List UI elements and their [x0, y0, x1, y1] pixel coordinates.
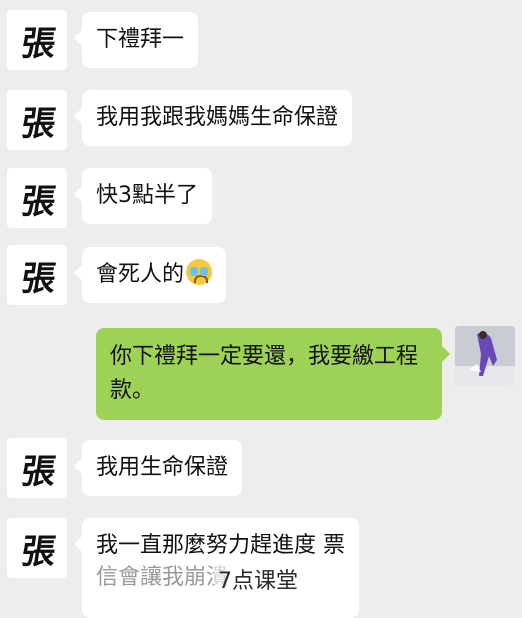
message-bubble[interactable]: 會死人的 — [73, 247, 227, 303]
message-bubble[interactable]: 我用生命保證 — [73, 440, 243, 496]
message-bubble[interactable]: 下禮拜一 — [73, 12, 199, 68]
message-text: 你下禮拜一定要還，我要繳工程款。 — [110, 344, 419, 403]
message-text: 我用我跟我媽媽生命保證 — [96, 105, 339, 130]
crying-face-icon — [186, 259, 213, 285]
sender-avatar[interactable]: 張 — [7, 438, 67, 498]
sender-avatar[interactable]: 張 — [7, 245, 67, 305]
sender-avatar-glyph: 張 — [18, 103, 55, 144]
sender-avatar-glyph: 張 — [18, 23, 55, 64]
message-text: 下禮拜一 — [96, 27, 185, 52]
message-text: 快3點半了 — [96, 183, 198, 208]
user-avatar-photo — [455, 326, 515, 386]
sender-avatar-glyph: 張 — [18, 258, 55, 299]
message-bubble[interactable]: 我用我跟我媽媽生命保證 — [73, 90, 353, 146]
message-bubble[interactable]: 快3點半了 — [74, 168, 212, 224]
sender-avatar[interactable]: 張 — [7, 90, 67, 150]
message-bubble-outgoing[interactable]: 你下禮拜一定要還，我要繳工程款。 — [96, 328, 450, 420]
user-avatar[interactable] — [455, 326, 515, 386]
sender-avatar[interactable]: 張 — [7, 518, 67, 578]
sender-avatar-glyph: 張 — [18, 451, 55, 492]
sender-avatar[interactable]: 張 — [7, 10, 67, 70]
message-text: 我用生命保證 — [96, 455, 229, 480]
watermark: 7点课堂 — [214, 563, 302, 595]
message-text: 我一直那麼努力趕進度 票 — [96, 533, 345, 558]
sender-avatar[interactable]: 張 — [7, 168, 67, 228]
message-text: 會死人的 — [96, 262, 185, 287]
sender-avatar-glyph: 張 — [18, 531, 55, 572]
sender-avatar-glyph: 張 — [18, 181, 55, 222]
